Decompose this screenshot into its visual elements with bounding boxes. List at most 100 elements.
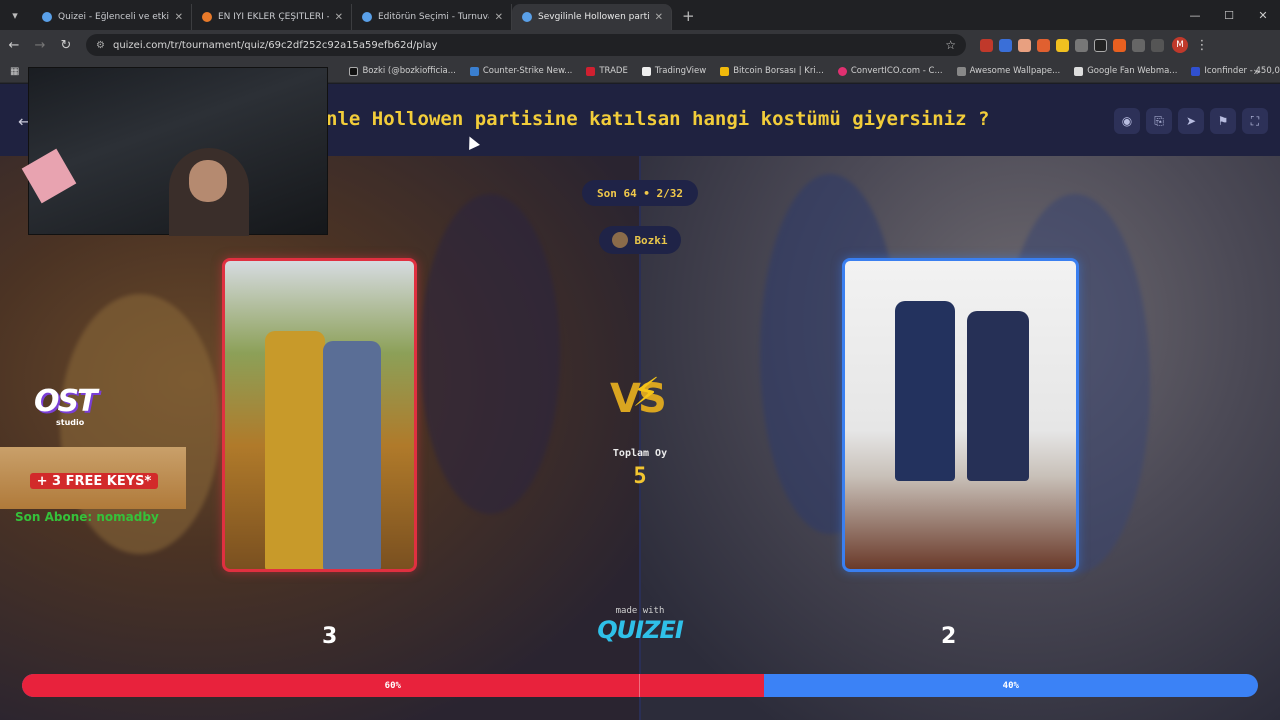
vote-progress-bar: 60% 40% bbox=[22, 674, 1258, 697]
bookmark-item[interactable]: Bozki (@bozkiofficia... bbox=[349, 66, 456, 76]
header-actions: ◉ ⎘ ➤ ⚑ ⛶ bbox=[1114, 108, 1268, 134]
streamer-face bbox=[189, 160, 227, 202]
extension-icon[interactable] bbox=[1037, 38, 1050, 52]
ost-studio-logo: OST studio bbox=[34, 384, 98, 427]
bookmark-label: Bozki (@bozkiofficia... bbox=[362, 66, 456, 76]
right-option-card[interactable] bbox=[842, 258, 1079, 572]
bookmark-label: Awesome Wallpape... bbox=[969, 66, 1061, 76]
bookmark-label: TRADE bbox=[599, 66, 628, 76]
tab-search-icon[interactable]: ▾ bbox=[4, 4, 26, 26]
quiz-title: nle Hollowen partisine katılsan hangi ko… bbox=[326, 108, 990, 130]
site-info-icon[interactable]: ⚙ bbox=[96, 40, 105, 51]
username: Bozki bbox=[634, 233, 668, 247]
bookmark-item[interactable]: Iconfinder - 450,000... bbox=[1191, 66, 1280, 76]
bookmark-icon bbox=[1191, 66, 1201, 76]
bookmark-icon bbox=[469, 66, 479, 76]
bookmark-item[interactable]: TradingView bbox=[641, 66, 707, 76]
close-tab-icon[interactable]: ✕ bbox=[495, 12, 503, 23]
bookmark-item[interactable]: Google Fan Webma... bbox=[1074, 66, 1177, 76]
flag-icon[interactable]: ⚑ bbox=[1210, 108, 1236, 134]
extension-icon[interactable] bbox=[1094, 38, 1107, 52]
quizei-logo[interactable]: QUIZEI bbox=[585, 616, 695, 644]
bookmark-star-icon[interactable]: ☆ bbox=[945, 38, 956, 52]
left-score: 3 bbox=[322, 624, 338, 649]
bookmark-label: Iconfinder - 450,000... bbox=[1204, 66, 1280, 76]
new-tab-icon[interactable]: + bbox=[682, 7, 695, 25]
bookmark-item[interactable]: Counter-Strike New... bbox=[469, 66, 572, 76]
profile-avatar[interactable]: M bbox=[1172, 37, 1188, 53]
extension-icon[interactable] bbox=[1113, 38, 1126, 52]
tab-title: EN İYİ EKLER ÇEŞİTLERİ - Tier Li bbox=[218, 12, 329, 22]
eye-icon[interactable]: ◉ bbox=[1114, 108, 1140, 134]
right-percent: 40% bbox=[1002, 680, 1019, 691]
extension-icon[interactable] bbox=[1018, 38, 1031, 52]
extension-icon[interactable] bbox=[999, 38, 1012, 52]
extension-icon[interactable] bbox=[980, 38, 993, 52]
bookmark-item[interactable]: Bitcoin Borsası | Kri... bbox=[720, 66, 824, 76]
bookmark-icon bbox=[837, 66, 847, 76]
tab-title: Sevgilinle Hollowen partisine ka bbox=[538, 12, 649, 22]
tab-4-active[interactable]: Sevgilinle Hollowen partisine ka ✕ bbox=[512, 4, 672, 30]
address-bar[interactable]: ⚙ quizei.com/tr/tournament/quiz/69c2df25… bbox=[86, 34, 966, 56]
made-with-label: made with bbox=[615, 606, 665, 616]
costume-figure bbox=[323, 341, 381, 569]
forward-icon[interactable]: → bbox=[28, 38, 52, 53]
puzzle-icon[interactable] bbox=[1151, 38, 1164, 52]
close-tab-icon[interactable]: ✕ bbox=[335, 12, 343, 23]
bookmark-label: Bitcoin Borsası | Kri... bbox=[733, 66, 824, 76]
bookmark-item[interactable]: Awesome Wallpape... bbox=[956, 66, 1061, 76]
round-indicator: Son 64 • 2/32 bbox=[582, 180, 698, 206]
favicon-icon bbox=[42, 12, 52, 22]
favicon-icon bbox=[522, 12, 532, 22]
right-score: 2 bbox=[941, 624, 957, 649]
close-window-icon[interactable]: ✕ bbox=[1246, 0, 1280, 30]
free-keys-banner: + 3 FREE KEYS* bbox=[30, 473, 158, 489]
keyboard-shape bbox=[21, 148, 77, 204]
maximize-icon[interactable]: ☐ bbox=[1212, 0, 1246, 30]
user-badge[interactable]: Bozki bbox=[599, 226, 681, 254]
tab-1[interactable]: Quizei - Eğlenceli ve etkileşimli ✕ bbox=[32, 4, 192, 30]
tab-title: Editörün Seçimi - Turnuva - Qu bbox=[378, 12, 489, 22]
costume-figure bbox=[265, 331, 325, 569]
favicon-icon bbox=[362, 12, 372, 22]
bookmark-label: TradingView bbox=[654, 66, 707, 76]
tab-title: Quizei - Eğlenceli ve etkileşimli bbox=[58, 12, 169, 22]
bookmark-item[interactable]: ConvertICO.com - C... bbox=[837, 66, 943, 76]
ost-logo-sub: studio bbox=[56, 418, 85, 427]
close-tab-icon[interactable]: ✕ bbox=[655, 12, 663, 23]
tradingview-icon bbox=[641, 66, 651, 76]
favicon-icon bbox=[202, 12, 212, 22]
menu-icon[interactable]: ⋮ bbox=[1190, 38, 1214, 53]
bookmark-icon bbox=[1074, 66, 1084, 76]
left-option-card[interactable] bbox=[222, 258, 417, 572]
total-votes-value: 5 bbox=[633, 464, 647, 489]
avatar bbox=[612, 232, 629, 248]
fullscreen-icon[interactable]: ⛶ bbox=[1242, 108, 1268, 134]
share-icon[interactable]: ⎘ bbox=[1146, 108, 1172, 134]
costume-figure bbox=[895, 301, 955, 481]
apps-icon[interactable]: ▦ bbox=[10, 66, 19, 77]
binance-icon bbox=[720, 66, 730, 76]
tab-2[interactable]: EN İYİ EKLER ÇEŞİTLERİ - Tier Li ✕ bbox=[192, 4, 352, 30]
bar-midline bbox=[639, 674, 640, 697]
total-votes-label: Toplam Oy bbox=[612, 448, 668, 459]
tab-3[interactable]: Editörün Seçimi - Turnuva - Qu ✕ bbox=[352, 4, 512, 30]
extension-icon[interactable] bbox=[1056, 38, 1069, 52]
right-vote-fill: 40% bbox=[764, 674, 1258, 697]
bookmark-label: ConvertICO.com - C... bbox=[850, 66, 943, 76]
reload-icon[interactable]: ↻ bbox=[54, 38, 78, 53]
left-percent: 60% bbox=[384, 680, 401, 691]
extension-icon[interactable] bbox=[1075, 38, 1088, 52]
send-icon[interactable]: ➤ bbox=[1178, 108, 1204, 134]
extension-icon[interactable] bbox=[1132, 38, 1145, 52]
versus-icon: VS ⚡ bbox=[606, 370, 674, 430]
extensions bbox=[980, 38, 1164, 52]
tiktok-icon bbox=[349, 66, 359, 76]
minimize-icon[interactable]: — bbox=[1178, 0, 1212, 30]
bookmark-item[interactable]: TRADE bbox=[586, 66, 628, 76]
close-tab-icon[interactable]: ✕ bbox=[175, 12, 183, 23]
browser-toolbar: ← → ↻ ⚙ quizei.com/tr/tournament/quiz/69… bbox=[0, 30, 1280, 60]
window-controls: — ☐ ✕ bbox=[1178, 0, 1280, 30]
back-icon[interactable]: ← bbox=[2, 38, 26, 53]
more-bookmarks-icon[interactable]: » bbox=[1253, 65, 1260, 78]
